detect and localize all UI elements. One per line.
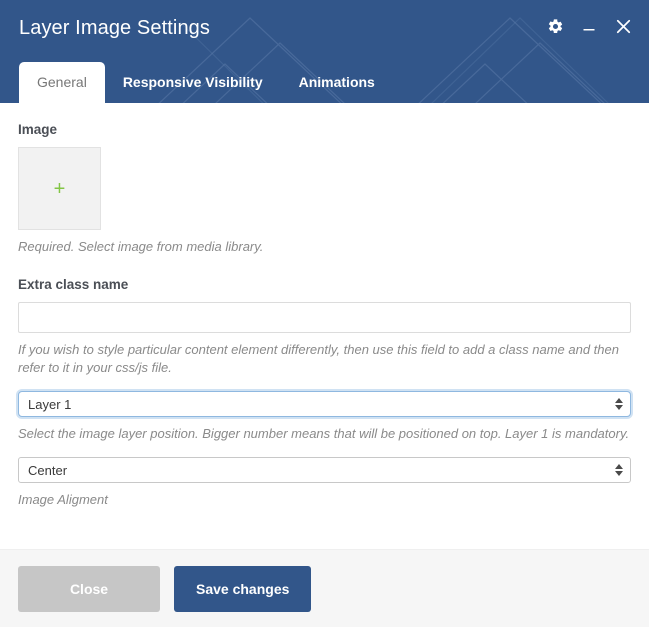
- layer-select-group: Layer 1 Select the image layer position.…: [18, 391, 631, 443]
- plus-icon: +: [53, 177, 66, 200]
- tab-responsive-visibility-label: Responsive Visibility: [122, 74, 263, 90]
- layer-image-settings-modal: Layer Image Settings General Responsive …: [0, 0, 649, 627]
- chevron-updown-icon: [615, 464, 623, 476]
- tab-animations[interactable]: Animations: [281, 62, 393, 103]
- modal-body: Image + Required. Select image from medi…: [0, 103, 649, 549]
- layer-select-help: Select the image layer position. Bigger …: [18, 426, 630, 441]
- extra-class-field-group: Extra class name If you wish to style pa…: [18, 276, 631, 377]
- tab-general[interactable]: General: [19, 62, 105, 103]
- window-controls: [545, 16, 633, 36]
- alignment-select-help: Image Aligment: [18, 492, 108, 507]
- layer-select[interactable]: Layer 1: [18, 391, 631, 417]
- chevron-updown-icon: [615, 398, 623, 410]
- close-icon[interactable]: [613, 16, 633, 36]
- tab-responsive-visibility[interactable]: Responsive Visibility: [105, 62, 281, 103]
- minimize-icon[interactable]: [579, 16, 599, 36]
- image-field-label: Image: [18, 122, 58, 137]
- close-button[interactable]: Close: [18, 565, 160, 612]
- layer-select-value: Layer 1: [28, 396, 72, 412]
- alignment-select-value: Center: [28, 462, 68, 478]
- modal-footer: Close Save changes: [0, 549, 649, 627]
- image-upload-dropzone[interactable]: +: [18, 147, 101, 230]
- image-field-help: Required. Select image from media librar…: [18, 239, 264, 254]
- extra-class-input[interactable]: [18, 302, 631, 333]
- page-title: Layer Image Settings: [19, 17, 210, 39]
- extra-class-label: Extra class name: [18, 277, 129, 292]
- tab-animations-label: Animations: [298, 74, 375, 90]
- alignment-select-wrap: Center: [18, 457, 631, 483]
- settings-icon[interactable]: [545, 16, 565, 36]
- alignment-select-group: Center Image Aligment: [18, 457, 631, 509]
- save-changes-button[interactable]: Save changes: [174, 565, 312, 612]
- tab-bar: General Responsive Visibility Animations: [19, 62, 393, 103]
- extra-class-help: If you wish to style particular content …: [18, 342, 619, 375]
- tab-general-label: General: [37, 74, 87, 90]
- modal-header: Layer Image Settings General Responsive …: [0, 0, 649, 103]
- image-field-group: Image + Required. Select image from medi…: [18, 121, 631, 256]
- alignment-select[interactable]: Center: [18, 457, 631, 483]
- layer-select-wrap: Layer 1: [18, 391, 631, 417]
